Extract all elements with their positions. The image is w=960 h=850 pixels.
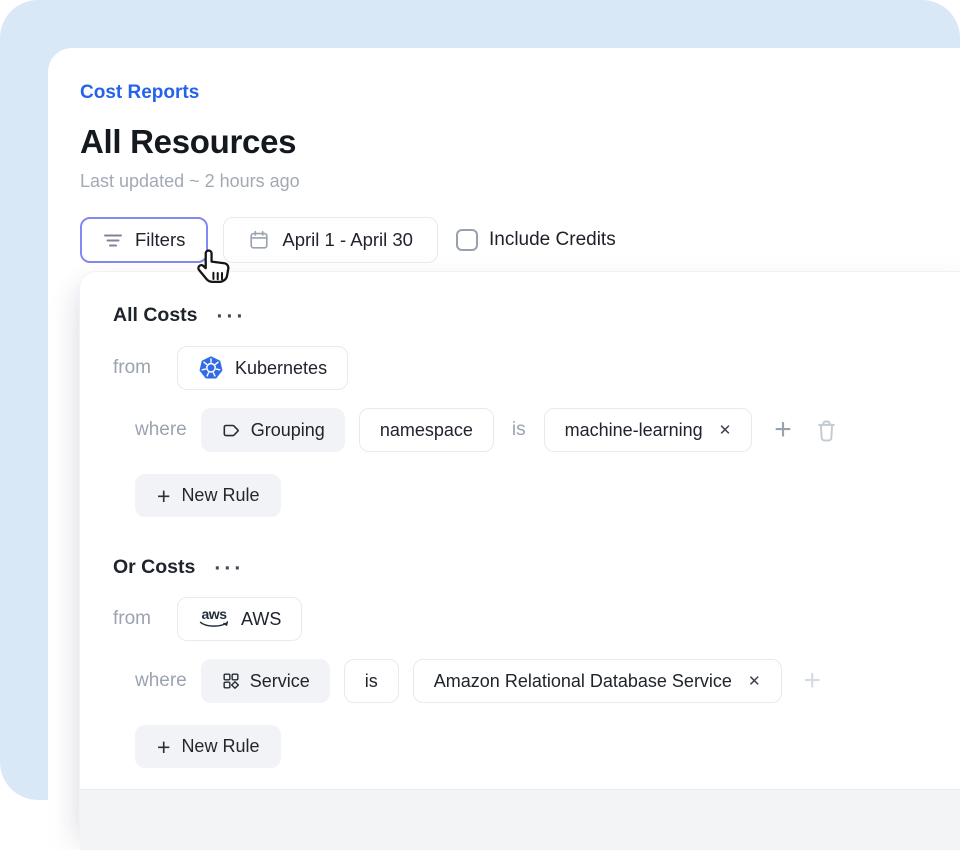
last-updated-text: Last updated ~ 2 hours ago: [80, 170, 960, 192]
key-chip-namespace[interactable]: namespace: [359, 408, 494, 452]
filter-rule-row: where Service is: [135, 659, 960, 703]
add-condition-button[interactable]: +: [772, 415, 794, 445]
date-range-label: April 1 - April 30: [282, 229, 413, 251]
group-title: Or Costs: [113, 556, 195, 579]
tag-icon: [221, 420, 242, 441]
filters-button[interactable]: Filters: [80, 217, 208, 263]
plus-icon: +: [774, 413, 792, 446]
from-label: from: [113, 357, 151, 379]
plus-icon: +: [804, 664, 822, 697]
calendar-icon: [248, 229, 270, 251]
panel-footer-edge: [80, 789, 960, 850]
checkbox-box: [456, 229, 478, 251]
from-label: from: [113, 608, 151, 630]
delete-rule-button[interactable]: [813, 417, 840, 444]
field-label: Service: [250, 671, 310, 692]
toolbar: Filters April 1 - April 30 Include Credi…: [80, 217, 960, 263]
value-chip-amazon-rds[interactable]: Amazon Relational Database Service ✕: [413, 659, 782, 703]
filter-rule-row: where Grouping namespace is machine-lear…: [135, 408, 960, 452]
aws-logo: aws: [198, 608, 230, 630]
where-label: where: [135, 419, 187, 441]
trash-icon: [813, 417, 840, 444]
include-credits-checkbox[interactable]: Include Credits: [456, 229, 616, 251]
operator-label: is: [365, 671, 378, 692]
new-rule-button[interactable]: + New Rule: [135, 474, 281, 517]
page-title: All Resources: [80, 123, 960, 161]
ellipsis-icon: ···: [214, 557, 244, 580]
remove-value-icon[interactable]: ✕: [719, 423, 732, 438]
field-chip-service[interactable]: Service: [201, 659, 330, 703]
group-menu-button[interactable]: ···: [214, 564, 244, 574]
ellipsis-icon: ···: [217, 305, 247, 328]
source-button-kubernetes[interactable]: Kubernetes: [177, 346, 348, 390]
value-chip-machine-learning[interactable]: machine-learning ✕: [544, 408, 753, 452]
add-condition-button[interactable]: +: [802, 666, 824, 696]
field-label: Grouping: [251, 420, 325, 441]
cost-group-all-costs: All Costs ··· from: [113, 303, 960, 555]
page-background: Cost Reports All Resources Last updated …: [0, 0, 960, 800]
field-chip-grouping[interactable]: Grouping: [201, 408, 345, 452]
operator-text: is: [512, 419, 526, 441]
key-label: namespace: [380, 420, 473, 441]
new-rule-button[interactable]: + New Rule: [135, 725, 281, 768]
remove-value-icon[interactable]: ✕: [748, 674, 761, 689]
category-icon: [221, 671, 241, 691]
new-rule-label: New Rule: [181, 485, 259, 506]
filter-icon: [103, 232, 123, 249]
breadcrumb-cost-reports[interactable]: Cost Reports: [80, 82, 199, 104]
new-rule-label: New Rule: [181, 736, 259, 757]
date-range-button[interactable]: April 1 - April 30: [223, 217, 438, 263]
operator-chip[interactable]: is: [344, 659, 399, 703]
include-credits-label: Include Credits: [489, 229, 616, 251]
source-button-aws[interactable]: aws AWS: [177, 597, 302, 641]
where-label: where: [135, 670, 187, 692]
group-menu-button[interactable]: ···: [217, 312, 247, 322]
plus-icon: +: [157, 486, 170, 506]
value-label: machine-learning: [565, 420, 703, 441]
cost-group-or-costs: Or Costs ··· from aws AWS: [113, 555, 960, 768]
kubernetes-icon: [198, 355, 224, 381]
group-title: All Costs: [113, 304, 198, 327]
plus-icon: +: [157, 737, 170, 757]
value-label: Amazon Relational Database Service: [434, 671, 732, 692]
source-label: AWS: [241, 609, 281, 630]
filters-panel: All Costs ··· from: [80, 272, 960, 840]
source-label: Kubernetes: [235, 358, 327, 379]
filters-label: Filters: [135, 229, 185, 251]
